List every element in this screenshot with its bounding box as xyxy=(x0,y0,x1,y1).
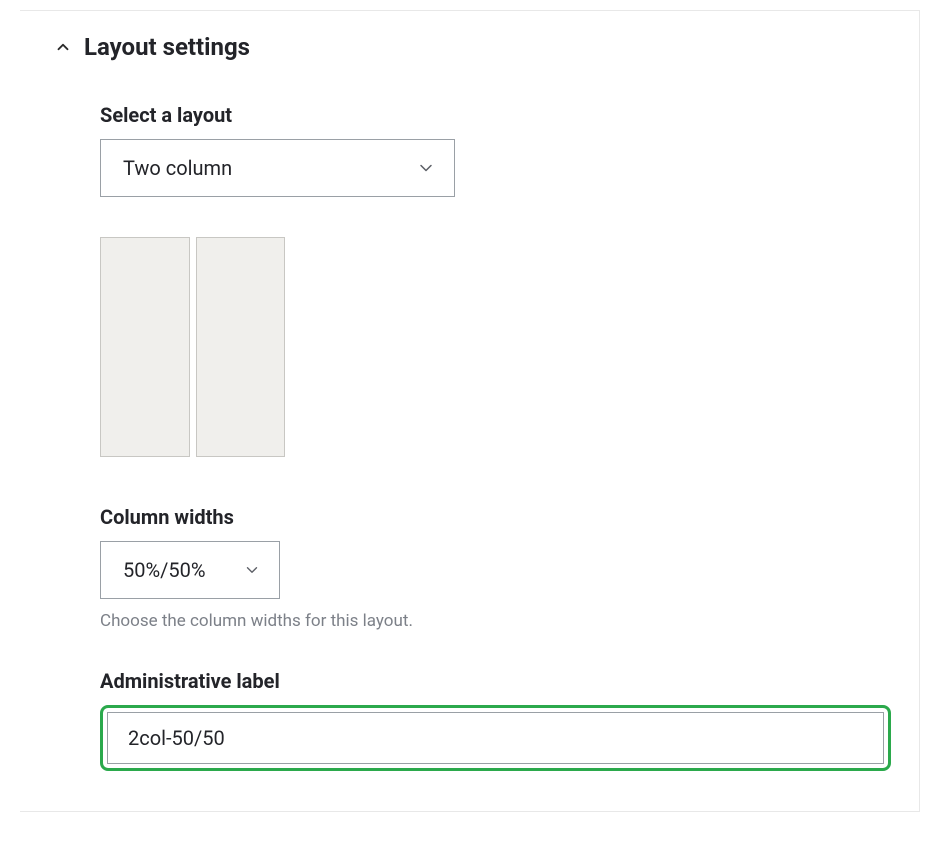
chevron-down-icon xyxy=(416,158,436,178)
column-widths-help: Choose the column widths for this layout… xyxy=(100,611,891,631)
layout-preview-column xyxy=(100,237,190,457)
chevron-up-icon xyxy=(54,38,72,56)
layout-preview xyxy=(100,237,285,457)
layout-settings-panel: Layout settings Select a layout Two colu… xyxy=(20,10,920,812)
layout-select-value: Two column xyxy=(123,156,232,180)
column-widths-select[interactable]: 50%/50% xyxy=(100,541,280,599)
column-widths-value: 50%/50% xyxy=(123,558,206,582)
column-widths-label: Column widths xyxy=(100,505,891,529)
admin-label-highlight xyxy=(100,705,891,771)
admin-label-label: Administrative label xyxy=(100,669,891,693)
admin-label-input[interactable] xyxy=(107,712,884,764)
chevron-down-icon xyxy=(243,561,261,579)
section-header[interactable]: Layout settings xyxy=(54,33,891,61)
section-title: Layout settings xyxy=(84,33,250,61)
layout-preview-column xyxy=(196,237,286,457)
layout-select-label: Select a layout xyxy=(100,103,891,127)
layout-select[interactable]: Two column xyxy=(100,139,455,197)
